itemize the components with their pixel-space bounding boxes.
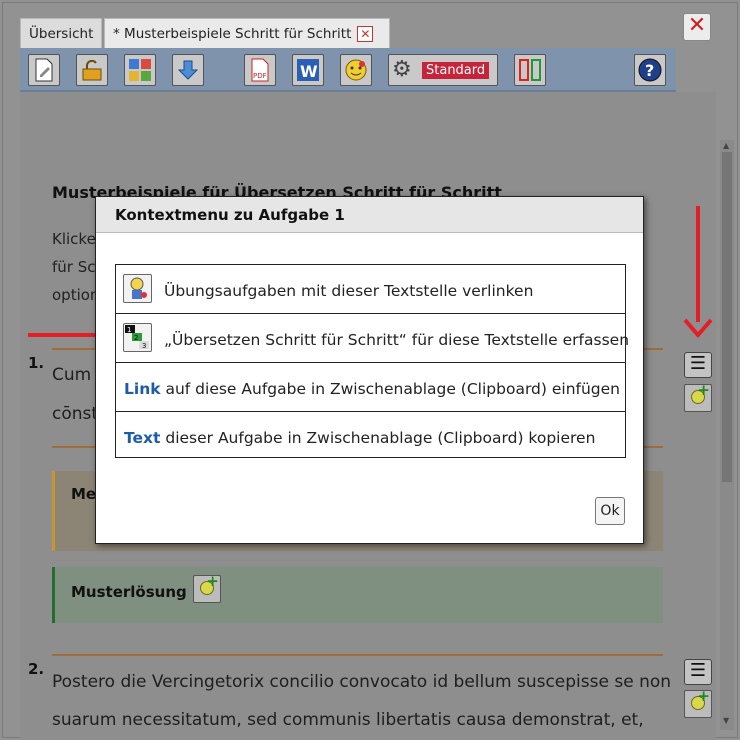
annotation-arrow-down: [696, 206, 700, 322]
unlock-icon[interactable]: [76, 54, 108, 86]
download-arrow-icon[interactable]: [172, 54, 204, 86]
svg-text:W: W: [300, 62, 318, 81]
tab-musterbeispiele[interactable]: * Musterbeispiele Schritt für Schritt ✕: [104, 18, 390, 48]
exercise-2-line-2: suarum necessitatum, sed communis libert…: [52, 710, 644, 730]
menu-item-text: dieser Aufgabe in Zwischenablage (Clipbo…: [160, 429, 596, 447]
exercise-link-icon: [123, 274, 152, 303]
steps-123-icon: 123: [123, 323, 152, 352]
dialog-title: Kontextmenu zu Aufgabe 1: [115, 206, 345, 224]
edit-document-icon[interactable]: [28, 54, 60, 86]
svg-text:1: 1: [127, 326, 131, 334]
menu-item-link-exercises[interactable]: Übungsaufgaben mit dieser Textstelle ver…: [116, 265, 625, 314]
context-menu-button-2[interactable]: ☰: [684, 659, 712, 685]
exercise-1-line-1: Cum: [52, 365, 92, 385]
standard-label: Standard: [422, 62, 490, 79]
menu-item-keyword: Text: [124, 429, 161, 447]
toolbar: PDF W ⚙ Standard ?: [20, 48, 676, 92]
svg-text:3: 3: [142, 342, 146, 350]
menu-item-text: Übungsaufgaben mit dieser Textstelle ver…: [164, 282, 534, 300]
intro-line-2: für Sc: [52, 258, 96, 276]
help-icon[interactable]: ?: [634, 54, 666, 86]
add-hint-bulb-icon[interactable]: [684, 381, 712, 412]
context-menu-list: Übungsaufgaben mit dieser Textstelle ver…: [115, 264, 629, 458]
annotation-arrowhead-down: [683, 318, 713, 338]
info-box-label: Me: [71, 485, 97, 503]
tab-musterbeispiele-label: * Musterbeispiele Schritt für Schritt: [113, 26, 352, 42]
scroll-down-icon[interactable]: ▼: [723, 716, 729, 725]
svg-text:2: 2: [134, 334, 138, 342]
split-view-icon[interactable]: [514, 54, 546, 86]
gear-icon: ⚙: [392, 57, 412, 82]
svg-text:?: ?: [645, 61, 654, 80]
context-menu-button-1[interactable]: ☰: [684, 352, 712, 378]
tab-overview-label: Übersicht: [29, 26, 94, 42]
puzzle-tools-icon[interactable]: [124, 54, 156, 86]
pdf-export-icon[interactable]: PDF: [244, 54, 276, 86]
menu-item-copy-link[interactable]: Link auf diese Aufgabe in Zwischenablage…: [116, 363, 625, 412]
context-menu-dialog: Kontextmenu zu Aufgabe 1 Übungsaufgaben …: [95, 196, 644, 544]
add-hint-bulb-icon[interactable]: [684, 687, 712, 718]
scroll-up-icon[interactable]: ▲: [723, 141, 729, 150]
dialog-header: Kontextmenu zu Aufgabe 1: [96, 197, 643, 233]
solution-box[interactable]: Musterlösung: [52, 567, 663, 623]
exercise-1-line-2: cōnst: [52, 404, 99, 424]
emoji-face-icon[interactable]: [340, 54, 372, 86]
ok-button[interactable]: Ok: [595, 497, 625, 525]
menu-item-text: auf diese Aufgabe in Zwischenablage (Cli…: [160, 380, 621, 398]
add-hint-bulb-icon[interactable]: [193, 572, 221, 603]
standard-settings-button[interactable]: ⚙ Standard: [388, 54, 498, 86]
menu-item-copy-text[interactable]: Text dieser Aufgabe in Zwischenablage (C…: [116, 412, 625, 457]
menu-item-keyword: Link: [124, 380, 161, 398]
menu-item-step-by-step[interactable]: 123 „Übersetzen Schritt für Schritt“ für…: [116, 314, 629, 363]
annotation-arrow-left: [28, 333, 104, 337]
separator: [52, 654, 663, 656]
exercise-2-line-1: Postero die Vercingetorix concilio convo…: [52, 672, 672, 692]
window-close-button[interactable]: ✕: [683, 13, 711, 41]
svg-text:PDF: PDF: [253, 72, 267, 80]
scrollbar-thumb[interactable]: [722, 152, 732, 482]
exercise-number: 2.: [28, 660, 45, 678]
word-export-icon[interactable]: W: [292, 54, 324, 86]
solution-label: Musterlösung: [71, 583, 187, 601]
tab-close-icon[interactable]: ✕: [357, 26, 374, 42]
intro-line-1: Klicke: [52, 230, 96, 248]
menu-item-text: „Übersetzen Schritt für Schritt“ für die…: [164, 331, 630, 349]
exercise-number: 1.: [28, 354, 45, 372]
intro-line-3: option: [52, 286, 100, 304]
tab-overview[interactable]: Übersicht: [20, 18, 102, 48]
